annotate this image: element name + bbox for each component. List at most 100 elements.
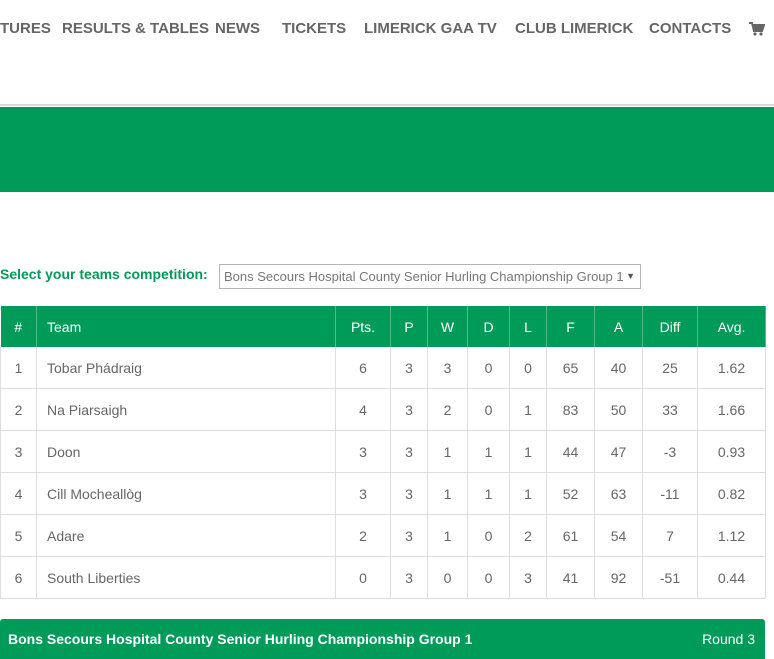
- table-header-row: # Team Pts. P W D L F A Diff Avg.: [0, 306, 766, 347]
- fixtures-round-label: Round 3: [702, 631, 755, 647]
- cell-lost: 3: [509, 556, 547, 599]
- header-rank: #: [0, 306, 37, 347]
- header-lost: L: [509, 306, 547, 347]
- table-row: 6 South Liberties 0 3 0 0 3 41 92 -51 0.…: [0, 556, 766, 599]
- cell-against: 40: [594, 347, 643, 389]
- cell-lost: 2: [509, 514, 547, 557]
- cell-points: 4: [335, 388, 391, 431]
- cell-points: 2: [335, 514, 391, 557]
- cell-diff: 33: [642, 388, 698, 431]
- cell-drawn: 1: [467, 430, 510, 473]
- top-nav: TURES RESULTS & TABLES NEWS TICKETS LIME…: [0, 0, 774, 60]
- header-won: W: [427, 306, 468, 347]
- cell-points: 3: [335, 430, 391, 473]
- nav-item-contacts[interactable]: CONTACTS: [649, 20, 731, 37]
- cell-diff: -51: [642, 556, 698, 599]
- header-played: P: [390, 306, 428, 347]
- cell-drawn: 1: [467, 472, 510, 515]
- cell-played: 3: [390, 430, 428, 473]
- cell-for: 65: [546, 347, 595, 389]
- cell-points: 3: [335, 472, 391, 515]
- cell-lost: 0: [509, 347, 547, 389]
- cell-team: Na Piarsaigh: [36, 388, 336, 431]
- page-banner: [0, 107, 774, 192]
- cell-won: 3: [427, 347, 468, 389]
- cell-won: 1: [427, 430, 468, 473]
- shopping-cart-icon[interactable]: [749, 21, 766, 37]
- cell-for: 52: [546, 472, 595, 515]
- competition-select-value: Bons Secours Hospital County Senior Hurl…: [224, 269, 624, 284]
- table-row: 4 Cill Mocheallòg 3 3 1 1 1 52 63 -11 0.…: [0, 472, 766, 515]
- cell-drawn: 0: [467, 388, 510, 431]
- cell-against: 47: [594, 430, 643, 473]
- nav-item-club-limerick[interactable]: CLUB LIMERICK: [515, 20, 633, 37]
- dropdown-arrow-icon: ▼: [626, 271, 635, 281]
- header-for: F: [546, 306, 595, 347]
- cell-drawn: 0: [467, 556, 510, 599]
- header-team: Team: [36, 306, 336, 347]
- table-row: 3 Doon 3 3 1 1 1 44 47 -3 0.93: [0, 430, 766, 473]
- cell-for: 44: [546, 430, 595, 473]
- nav-item-fixtures[interactable]: TURES: [0, 20, 51, 37]
- cell-played: 3: [390, 388, 428, 431]
- header-diff: Diff: [642, 306, 698, 347]
- table-row: 1 Tobar Phádraig 6 3 3 0 0 65 40 25 1.62: [0, 347, 766, 389]
- cell-team: South Liberties: [36, 556, 336, 599]
- cell-team: Tobar Phádraig: [36, 347, 336, 389]
- cell-points: 6: [335, 347, 391, 389]
- cell-avg: 1.66: [697, 388, 766, 431]
- competition-select-label: Select your teams competition:: [0, 266, 208, 282]
- cell-played: 3: [390, 556, 428, 599]
- cell-avg: 0.82: [697, 472, 766, 515]
- cell-rank: 4: [0, 472, 37, 515]
- header-avg: Avg.: [697, 306, 766, 347]
- cell-drawn: 0: [467, 514, 510, 557]
- cell-rank: 3: [0, 430, 37, 473]
- header-against: A: [594, 306, 643, 347]
- cell-avg: 1.62: [697, 347, 766, 389]
- cell-avg: 0.93: [697, 430, 766, 473]
- cell-against: 54: [594, 514, 643, 557]
- cell-for: 41: [546, 556, 595, 599]
- cell-points: 0: [335, 556, 391, 599]
- cell-diff: -11: [642, 472, 698, 515]
- cell-rank: 5: [0, 514, 37, 557]
- table-row: 2 Na Piarsaigh 4 3 2 0 1 83 50 33 1.66: [0, 388, 766, 431]
- cell-against: 50: [594, 388, 643, 431]
- nav-item-tickets[interactable]: TICKETS: [282, 20, 346, 37]
- fixtures-competition-title: Bons Secours Hospital County Senior Hurl…: [8, 631, 473, 647]
- table-row: 5 Adare 2 3 1 0 2 61 54 7 1.12: [0, 514, 766, 557]
- standings-table: # Team Pts. P W D L F A Diff Avg. 1 Toba…: [0, 306, 766, 599]
- header-drawn: D: [467, 306, 510, 347]
- cell-rank: 1: [0, 347, 37, 389]
- cell-played: 3: [390, 347, 428, 389]
- cell-team: Adare: [36, 514, 336, 557]
- cell-rank: 2: [0, 388, 37, 431]
- cell-against: 63: [594, 472, 643, 515]
- cell-for: 83: [546, 388, 595, 431]
- cell-avg: 0.44: [697, 556, 766, 599]
- cell-diff: 7: [642, 514, 698, 557]
- cell-against: 92: [594, 556, 643, 599]
- nav-item-results-tables[interactable]: RESULTS & TABLES: [62, 20, 209, 37]
- cell-team: Cill Mocheallòg: [36, 472, 336, 515]
- cell-lost: 1: [509, 388, 547, 431]
- cell-lost: 1: [509, 430, 547, 473]
- cell-diff: 25: [642, 347, 698, 389]
- cell-rank: 6: [0, 556, 37, 599]
- cell-won: 2: [427, 388, 468, 431]
- cell-won: 1: [427, 472, 468, 515]
- cell-drawn: 0: [467, 347, 510, 389]
- nav-item-news[interactable]: NEWS: [215, 20, 260, 37]
- cell-played: 3: [390, 514, 428, 557]
- cell-won: 0: [427, 556, 468, 599]
- fixtures-header-bar: Bons Secours Hospital County Senior Hurl…: [0, 619, 765, 659]
- cell-diff: -3: [642, 430, 698, 473]
- cell-team: Doon: [36, 430, 336, 473]
- nav-item-limerick-gaa-tv[interactable]: LIMERICK GAA TV: [364, 20, 497, 37]
- cell-played: 3: [390, 472, 428, 515]
- cell-lost: 1: [509, 472, 547, 515]
- cell-for: 61: [546, 514, 595, 557]
- cell-avg: 1.12: [697, 514, 766, 557]
- competition-select[interactable]: Bons Secours Hospital County Senior Hurl…: [219, 264, 641, 289]
